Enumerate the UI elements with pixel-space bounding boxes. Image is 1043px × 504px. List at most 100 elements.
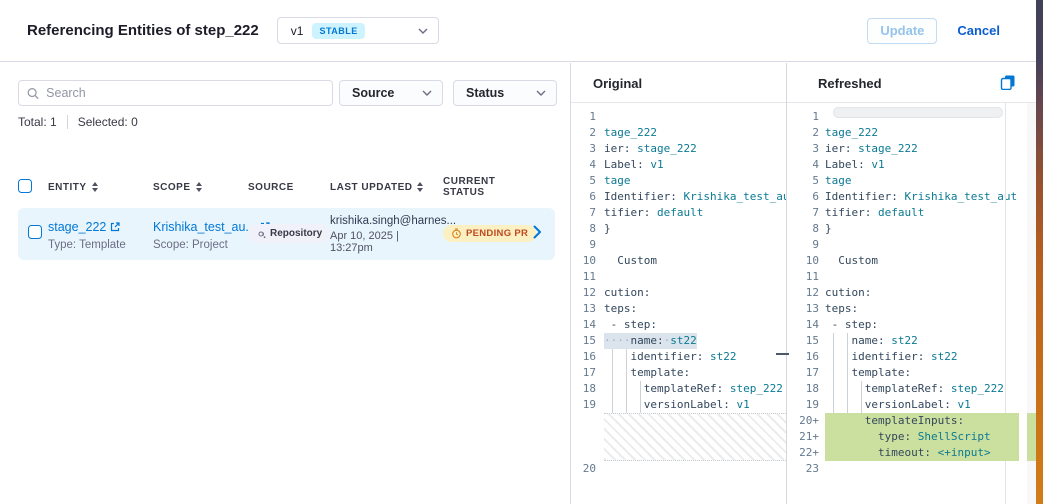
status-badge: PENDING PR bbox=[443, 225, 536, 242]
scrollbar-thumb[interactable] bbox=[833, 107, 1003, 118]
line-number: 3 bbox=[787, 141, 825, 157]
table-row[interactable]: stage_222 Type: Template Krishika_test_a… bbox=[18, 208, 555, 260]
code-line: 9 bbox=[571, 237, 786, 253]
line-number: 4 bbox=[571, 157, 604, 173]
line-number: 6 bbox=[787, 189, 825, 205]
status-label: PENDING PR bbox=[466, 228, 528, 239]
row-checkbox[interactable] bbox=[28, 225, 42, 239]
line-number: 12 bbox=[571, 285, 604, 301]
total-count: Total: 1 bbox=[18, 115, 57, 129]
copy-icon[interactable] bbox=[999, 74, 1017, 92]
code-text: - step: bbox=[604, 317, 786, 333]
original-pane-title: Original bbox=[593, 76, 642, 91]
update-button[interactable]: Update bbox=[867, 18, 937, 44]
top-bar: Referencing Entities of step_222 v1 STAB… bbox=[0, 0, 1036, 62]
entity-link[interactable]: stage_222 bbox=[48, 220, 120, 234]
select-all-checkbox[interactable] bbox=[18, 179, 32, 193]
sort-icon[interactable] bbox=[196, 182, 202, 192]
version-selector[interactable]: v1 STABLE bbox=[277, 17, 439, 44]
updated-by: krishika.singh@harnes... bbox=[330, 215, 443, 227]
code-text: - step: bbox=[825, 317, 1019, 333]
code-text: teps: bbox=[825, 301, 1019, 317]
line-number: 7 bbox=[571, 205, 604, 221]
cancel-button[interactable]: Cancel bbox=[957, 23, 1000, 38]
chevron-right-icon[interactable] bbox=[533, 225, 542, 239]
refreshed-code-pane[interactable]: 12tage_2223ier: stage_2224Label: v15tage… bbox=[787, 103, 1019, 504]
code-line: 7tifier: default bbox=[571, 205, 786, 221]
line-number: 13 bbox=[571, 301, 604, 317]
code-line: 4Label: v1 bbox=[571, 157, 786, 173]
code-text: versionLabel: v1 bbox=[825, 397, 1019, 413]
sort-icon[interactable] bbox=[92, 182, 98, 192]
line-number bbox=[571, 413, 604, 461]
line-number: 8 bbox=[787, 221, 825, 237]
code-line: 13teps: bbox=[571, 301, 786, 317]
code-text bbox=[604, 461, 786, 477]
code-text: Label: v1 bbox=[604, 157, 786, 173]
search-box[interactable] bbox=[18, 80, 333, 106]
line-number: 12 bbox=[787, 285, 825, 301]
refreshed-pane-title: Refreshed bbox=[818, 76, 882, 91]
line-number: 2 bbox=[571, 125, 604, 141]
code-text bbox=[604, 413, 786, 461]
code-line: 15····name:·st22 bbox=[571, 333, 786, 349]
code-text: } bbox=[604, 221, 786, 237]
code-line: 14 - step: bbox=[571, 317, 786, 333]
code-line: 18 templateRef: step_222 bbox=[571, 381, 786, 397]
version-label: v1 bbox=[291, 24, 304, 38]
code-text: identifier: st22 bbox=[825, 349, 1019, 365]
col-source: SOURCE bbox=[248, 182, 294, 193]
code-line: 2tage_222 bbox=[787, 125, 1019, 141]
code-line: 9 bbox=[787, 237, 1019, 253]
code-text: templateRef: step_222 bbox=[825, 381, 1019, 397]
line-number: 4 bbox=[787, 157, 825, 173]
status-filter-label: Status bbox=[466, 86, 504, 100]
code-line: 22+ timeout: <+input> bbox=[787, 445, 1019, 461]
background-edge bbox=[1036, 0, 1043, 504]
line-number: 11 bbox=[571, 269, 604, 285]
code-line: 4Label: v1 bbox=[787, 157, 1019, 173]
code-line: 16 identifier: st22 bbox=[571, 349, 786, 365]
line-number: 16 bbox=[571, 349, 604, 365]
code-text bbox=[825, 269, 1019, 285]
selected-count: Selected: 0 bbox=[78, 115, 138, 129]
code-line: 3ier: stage_222 bbox=[787, 141, 1019, 157]
scrollbar-track[interactable] bbox=[1019, 103, 1027, 504]
line-number: 15 bbox=[787, 333, 825, 349]
code-text: versionLabel: v1 bbox=[604, 397, 786, 413]
code-line: 11 bbox=[787, 269, 1019, 285]
updated-at: Apr 10, 2025 | 13:27pm bbox=[330, 230, 443, 254]
source-filter-label: Source bbox=[352, 86, 394, 100]
source-badge: Repository bbox=[248, 224, 330, 243]
sort-icon[interactable] bbox=[417, 182, 423, 192]
original-code-pane[interactable]: 12tage_2223ier: stage_2224Label: v15tage… bbox=[571, 103, 786, 504]
search-input[interactable] bbox=[46, 86, 324, 100]
code-text: name: st22 bbox=[825, 333, 1019, 349]
diff-change-marker bbox=[776, 353, 789, 355]
code-text: Custom bbox=[604, 253, 786, 269]
code-area-border bbox=[1005, 103, 1006, 413]
code-line: 21+ type: ShellScript bbox=[787, 429, 1019, 445]
code-line: 19 versionLabel: v1 bbox=[571, 397, 786, 413]
line-number: 7 bbox=[787, 205, 825, 221]
line-number: 18 bbox=[571, 381, 604, 397]
code-text bbox=[825, 461, 1019, 477]
code-text: templateRef: step_222 bbox=[604, 381, 786, 397]
code-text: tifier: default bbox=[825, 205, 1019, 221]
code-text: tage_222 bbox=[604, 125, 786, 141]
code-line: 5tage bbox=[571, 173, 786, 189]
code-text bbox=[604, 109, 786, 125]
overview-ruler bbox=[1027, 103, 1036, 504]
status-filter[interactable]: Status bbox=[453, 80, 557, 106]
added-lines-marker bbox=[1027, 413, 1036, 461]
line-number: 3 bbox=[571, 141, 604, 157]
code-line: 20 bbox=[571, 461, 786, 477]
collapsed-lines-placeholder bbox=[571, 413, 786, 461]
line-number: 14 bbox=[571, 317, 604, 333]
source-filter[interactable]: Source bbox=[339, 80, 443, 106]
line-number: 23 bbox=[787, 461, 825, 477]
line-number: 13 bbox=[787, 301, 825, 317]
pane-divider bbox=[786, 63, 787, 504]
chevron-down-icon bbox=[418, 28, 428, 34]
header-actions: Update Cancel bbox=[867, 18, 1000, 44]
